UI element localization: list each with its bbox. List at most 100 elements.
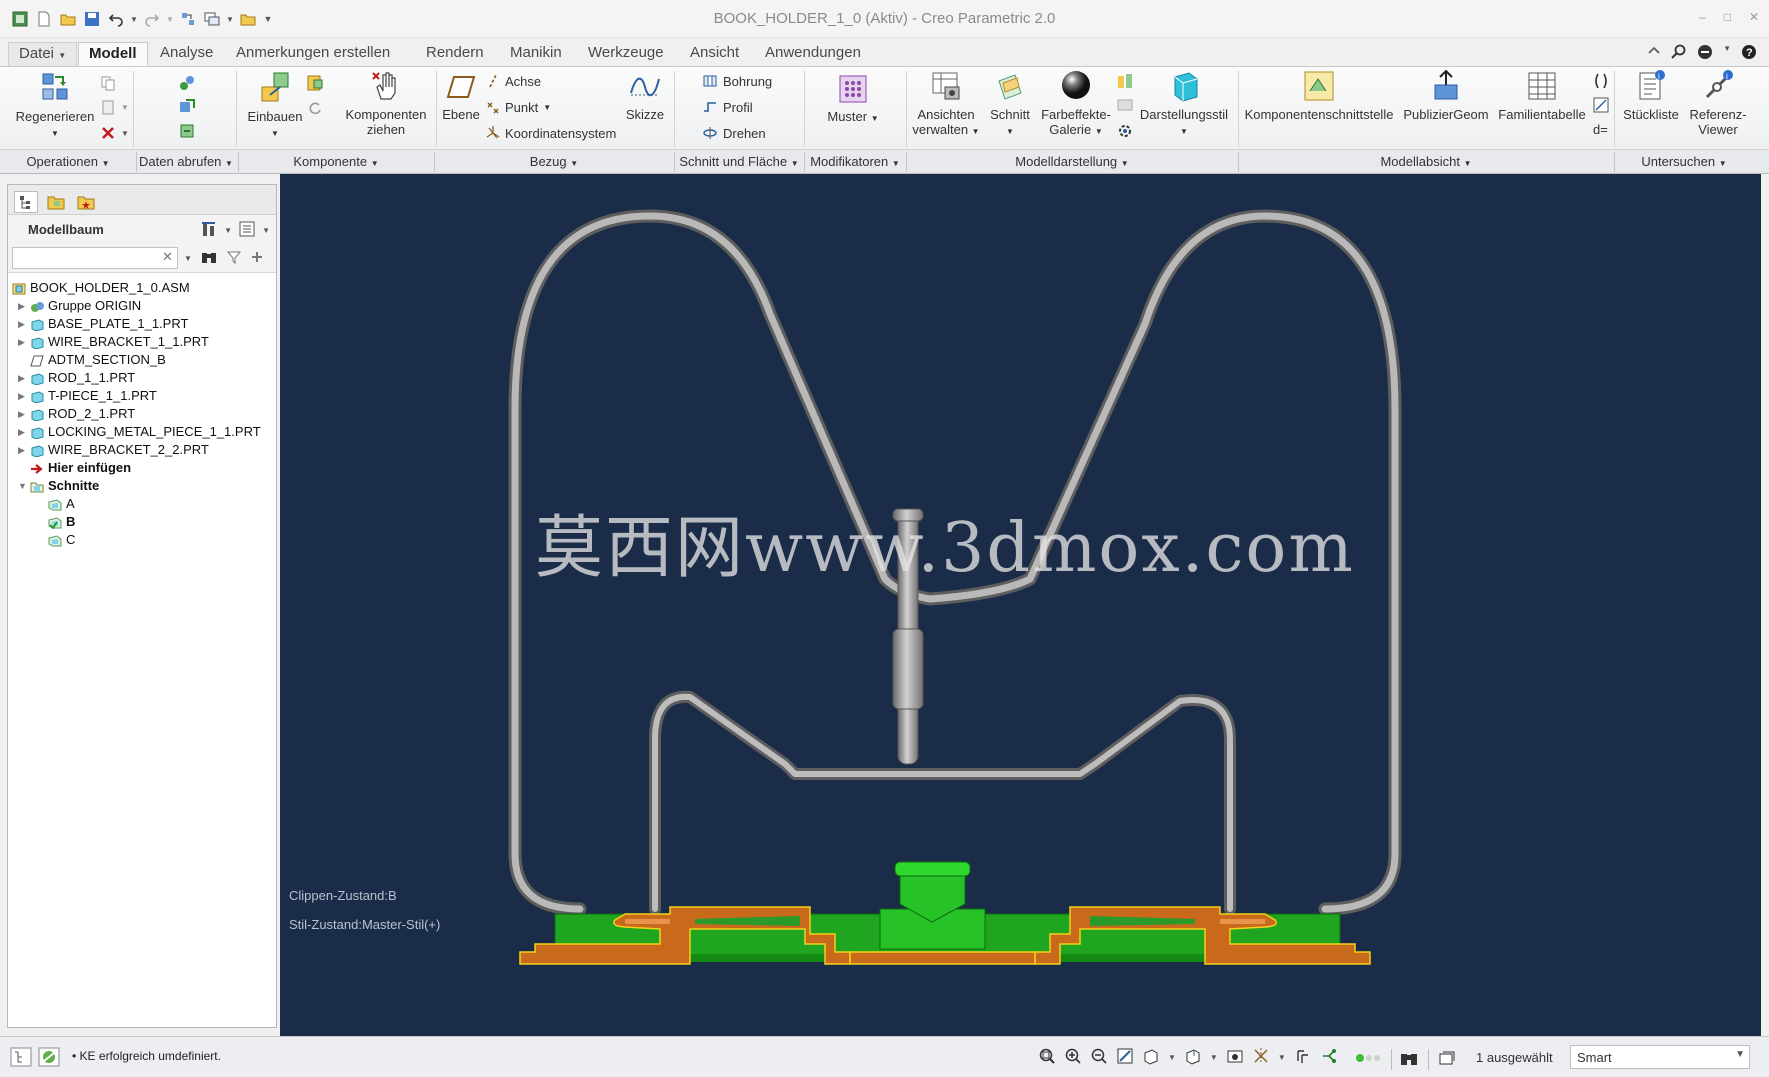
community-icon[interactable]	[1697, 44, 1713, 63]
saved-orientations-dropdown-icon[interactable]: ▼	[1210, 1053, 1218, 1062]
shrinkwrap-button[interactable]	[178, 97, 196, 117]
find-binoculars-icon[interactable]	[200, 249, 218, 268]
expand-arrow-icon[interactable]: ▶	[18, 297, 28, 315]
expand-arrow-icon[interactable]: ▶	[18, 315, 28, 333]
tree-row[interactable]: ▶ WIRE_BRACKET_2_2.PRT	[8, 441, 276, 459]
manage-views-button[interactable]: Ansichten verwalten ▼	[906, 69, 986, 139]
minimize-icon[interactable]: –	[1699, 10, 1706, 24]
zoom-in-icon[interactable]	[1064, 1047, 1082, 1068]
tab-anwendungen[interactable]: Anwendungen	[755, 42, 871, 66]
zoom-out-icon[interactable]	[1090, 1047, 1108, 1068]
pattern-button[interactable]: Muster ▼	[818, 73, 888, 126]
collapse-arrow-icon[interactable]: ▼	[18, 477, 28, 495]
tab-anmerkungen[interactable]: Anmerkungen erstellen	[226, 42, 400, 66]
family-table-button[interactable]: Familientabelle	[1492, 69, 1592, 122]
regenerate-button[interactable]: Regenerieren ▼	[10, 71, 100, 141]
expand-arrow-icon[interactable]: ▶	[18, 369, 28, 387]
tree-row[interactable]: ▶ ROD_1_1.PRT	[8, 369, 276, 387]
sketch-button[interactable]: Skizze	[620, 71, 670, 122]
selection-filter-dropdown[interactable]: Smart ▼	[1570, 1045, 1750, 1069]
tab-manikin[interactable]: Manikin	[500, 42, 572, 66]
plane-button[interactable]: Ebene	[436, 73, 486, 122]
copy-geometry-button[interactable]	[178, 73, 196, 93]
repeat-button[interactable]	[306, 99, 324, 119]
community-dropdown-icon[interactable]: ▼	[1723, 44, 1731, 63]
tree-show-dropdown-icon[interactable]: ▼	[262, 226, 270, 235]
perspective-button[interactable]	[1116, 95, 1134, 115]
tree-settings-dropdown-icon[interactable]: ▼	[224, 226, 232, 235]
component-interface-button[interactable]: Komponentenschnittstelle	[1240, 69, 1398, 122]
group-operationen[interactable]: Operationen ▼	[0, 154, 136, 169]
expand-arrow-icon[interactable]: ▶	[18, 405, 28, 423]
tree-row[interactable]: A	[8, 495, 276, 513]
create-component-button[interactable]	[306, 73, 324, 93]
add-columns-icon[interactable]	[250, 250, 264, 267]
tab-ansicht[interactable]: Ansicht	[680, 42, 749, 66]
selection-box-icon[interactable]	[1428, 1049, 1457, 1070]
view-manager-icon[interactable]	[1226, 1047, 1244, 1068]
delete-button[interactable]: ▼	[100, 123, 129, 143]
parameters-button[interactable]	[1592, 95, 1610, 115]
saved-orientations-icon[interactable]	[1184, 1047, 1202, 1068]
filter-icon[interactable]	[226, 249, 242, 268]
csys-button[interactable]: Koordinatensystem	[486, 123, 616, 143]
tree-row[interactable]: BOOK_HOLDER_1_0.ASM	[8, 279, 276, 297]
group-modifikatoren[interactable]: Modifikatoren ▼	[804, 154, 906, 169]
tab-analyse[interactable]: Analyse	[150, 42, 223, 66]
group-modelldarstellung[interactable]: Modelldarstellung ▼	[906, 154, 1238, 169]
toggle-browser-icon[interactable]	[38, 1047, 60, 1070]
group-daten-abrufen[interactable]: Daten abrufen ▼	[136, 154, 236, 169]
group-bezug[interactable]: Bezug ▼	[434, 154, 674, 169]
tree-row[interactable]: ▶ ROD_2_1.PRT	[8, 405, 276, 423]
find-icon[interactable]	[1391, 1049, 1420, 1070]
expand-arrow-icon[interactable]: ▶	[18, 441, 28, 459]
model-tree-tab[interactable]	[14, 191, 38, 213]
merge-button[interactable]	[178, 121, 196, 141]
tab-rendern[interactable]: Rendern	[416, 42, 494, 66]
tab-datei[interactable]: Datei ▼	[8, 42, 78, 66]
group-komponente[interactable]: Komponente ▼	[238, 154, 434, 169]
tree-row[interactable]: ▶ BASE_PLATE_1_1.PRT	[8, 315, 276, 333]
tree-show-icon[interactable]	[238, 220, 256, 241]
profile-button[interactable]: Profil	[702, 97, 753, 117]
assemble-button[interactable]: Einbauen ▼	[240, 71, 310, 141]
tab-werkzeuge[interactable]: Werkzeuge	[578, 42, 674, 66]
paste-button[interactable]: ▼	[100, 97, 129, 117]
switch-dimensions-button[interactable]: d=	[1592, 119, 1610, 139]
expand-arrow-icon[interactable]: ▶	[18, 423, 28, 441]
tree-row[interactable]: ▶ LOCKING_METAL_PIECE_1_1.PRT	[8, 423, 276, 441]
display-style-icon[interactable]	[1142, 1047, 1160, 1068]
display-style-dropdown-icon[interactable]: ▼	[1168, 1053, 1176, 1062]
expand-arrow-icon[interactable]: ▶	[18, 387, 28, 405]
scenes-button[interactable]	[1116, 71, 1134, 91]
collapse-ribbon-icon[interactable]	[1647, 44, 1661, 63]
axis-button[interactable]: Achse	[486, 71, 541, 91]
relations-button[interactable]	[1592, 71, 1610, 91]
publish-geom-button[interactable]: PublizierGeom	[1400, 69, 1492, 122]
help-icon[interactable]: ?	[1741, 44, 1757, 63]
group-untersuchen[interactable]: Untersuchen ▼	[1614, 154, 1754, 169]
tree-row[interactable]: C	[8, 531, 276, 549]
tab-modell[interactable]: Modell	[78, 42, 148, 66]
spin-center-icon[interactable]	[1294, 1047, 1312, 1068]
group-modellabsicht[interactable]: Modellabsicht ▼	[1238, 154, 1614, 169]
group-schnitt-und-flaeche[interactable]: Schnitt und Fläche ▼	[674, 154, 804, 169]
datum-display-dropdown-icon[interactable]: ▼	[1278, 1053, 1286, 1062]
point-button[interactable]: Punkt ▼	[486, 97, 551, 117]
model-tree-search-input[interactable]	[12, 247, 178, 269]
drag-components-button[interactable]: Komponenten ziehen	[338, 69, 434, 137]
tree-row[interactable]: ▼ Schnitte	[8, 477, 276, 495]
graphics-viewport[interactable]: 莫西网www.3dmox.com Clippen-Zustand:B Stil-…	[280, 174, 1761, 1036]
tree-row[interactable]: ▶ WIRE_BRACKET_1_1.PRT	[8, 333, 276, 351]
tree-row[interactable]: ▶ Gruppe ORIGIN	[8, 297, 276, 315]
favorites-tab[interactable]	[74, 191, 98, 213]
close-icon[interactable]: ✕	[1749, 10, 1759, 24]
maximize-icon[interactable]: □	[1724, 10, 1731, 24]
hole-button[interactable]: Bohrung	[702, 71, 772, 91]
display-style-button-main[interactable]: Darstellungsstil ▼	[1134, 69, 1234, 139]
annotation-display-icon[interactable]	[1320, 1047, 1338, 1068]
reference-viewer-button[interactable]: i Referenz- Viewer	[1686, 69, 1750, 137]
tree-row[interactable]: Hier einfügen	[8, 459, 276, 477]
revolve-button[interactable]: Drehen	[702, 123, 766, 143]
refit-icon[interactable]	[1038, 1047, 1056, 1068]
